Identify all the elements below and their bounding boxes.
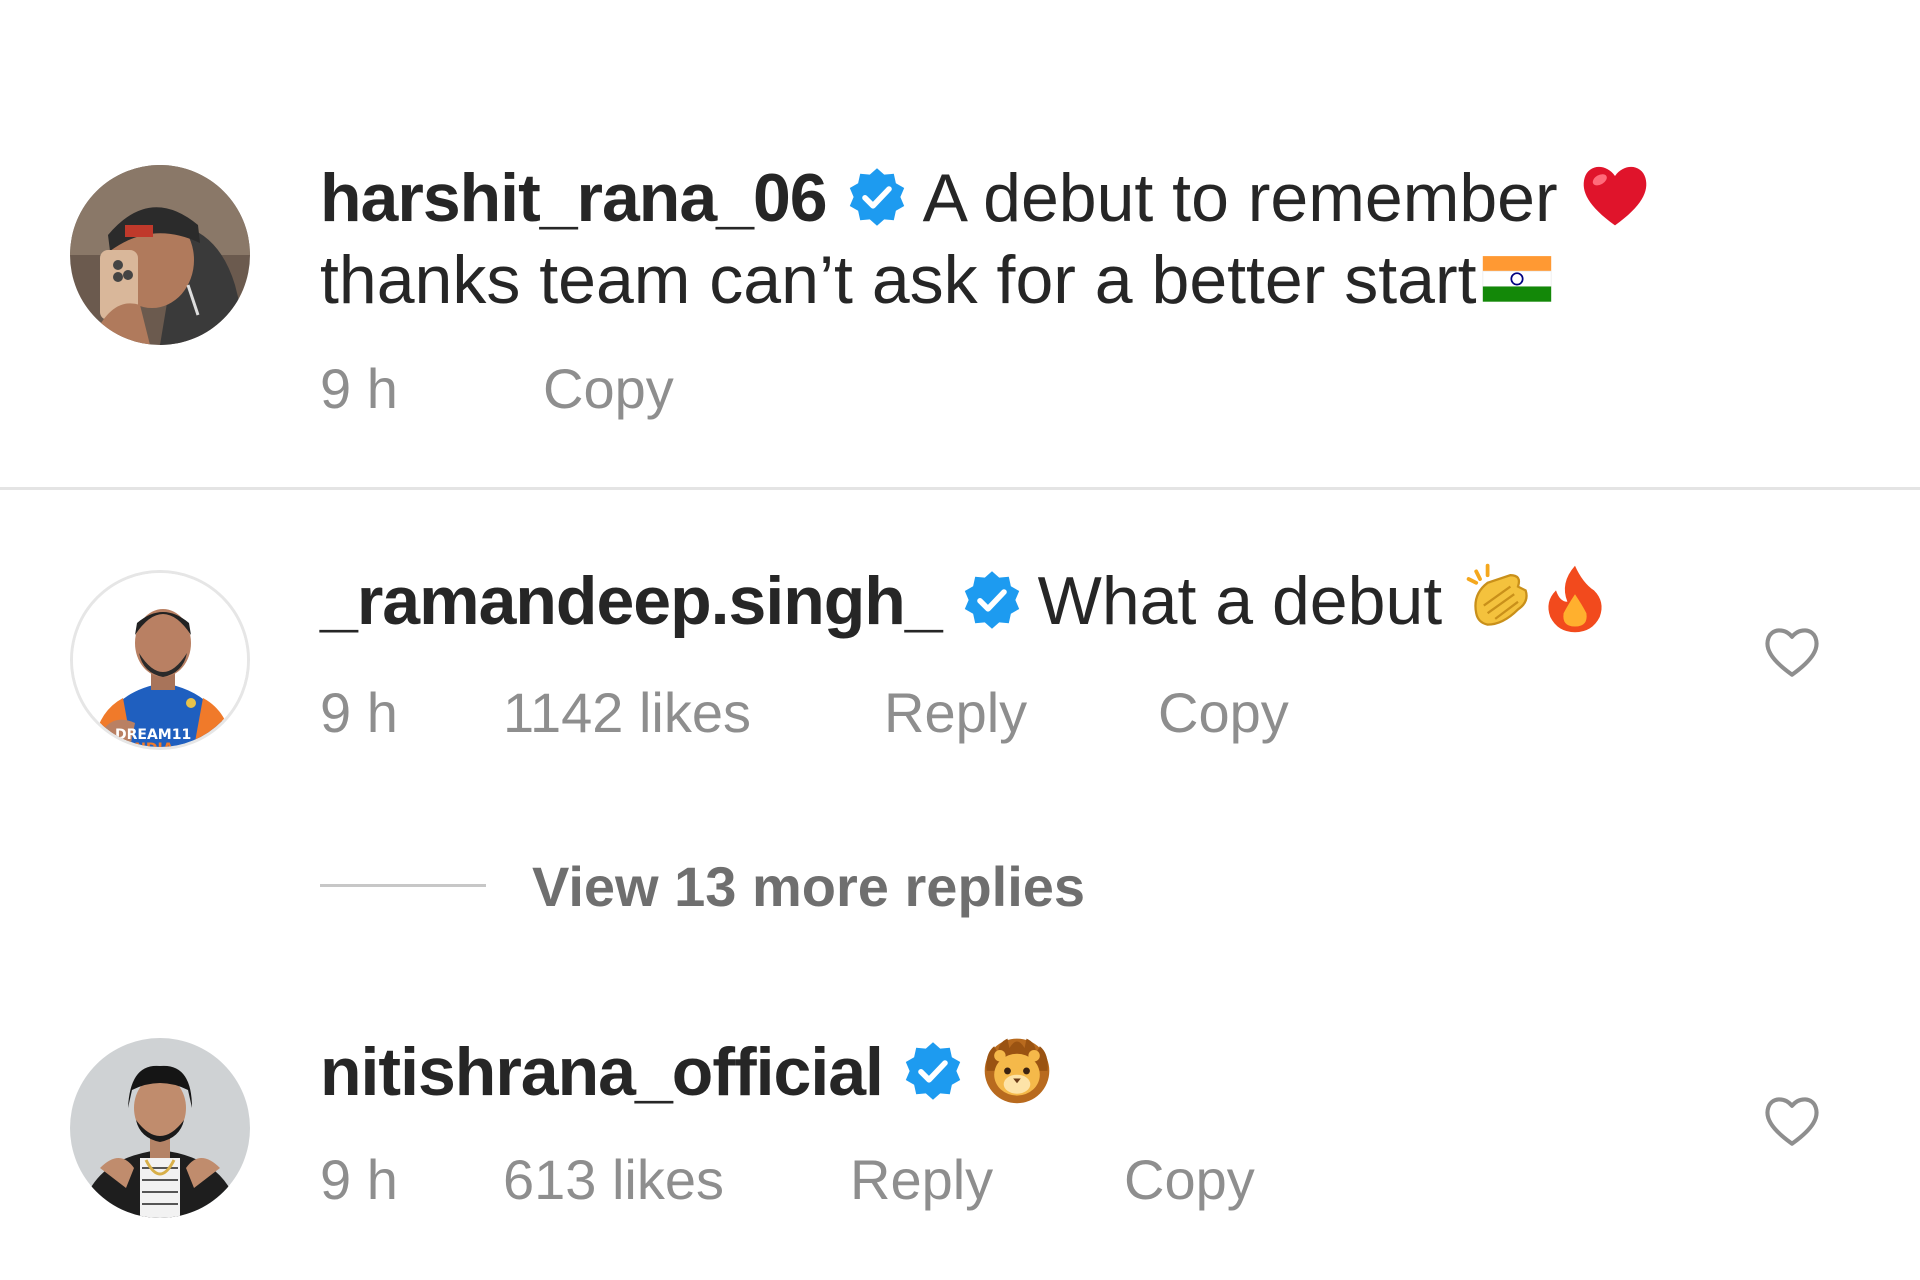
fire-icon bbox=[1537, 560, 1613, 636]
comment-username[interactable]: harshit_rana_06 bbox=[320, 160, 828, 236]
comment-time: 9 h bbox=[320, 357, 398, 420]
likes-count[interactable]: 1142 likes bbox=[503, 680, 751, 746]
comment-username[interactable]: _ramandeep.singh_ bbox=[320, 563, 943, 639]
like-heart-icon[interactable] bbox=[1760, 621, 1824, 681]
divider bbox=[0, 487, 1920, 490]
comment-time: 9 h bbox=[320, 1148, 398, 1211]
copy-button[interactable]: Copy bbox=[1124, 1147, 1255, 1213]
like-heart-icon[interactable] bbox=[1760, 1090, 1824, 1150]
jersey-text: INDIA bbox=[129, 741, 174, 750]
reply-button[interactable]: Reply bbox=[850, 1147, 993, 1213]
avatar[interactable] bbox=[70, 1038, 250, 1218]
red-heart-icon bbox=[1577, 157, 1653, 233]
likes-count[interactable]: 613 likes bbox=[503, 1147, 724, 1213]
comment-text-line2: thanks team can’t ask for a better start bbox=[320, 242, 1477, 318]
copy-button[interactable]: Copy bbox=[543, 356, 674, 422]
copy-button[interactable]: Copy bbox=[1158, 680, 1289, 746]
india-flag-icon bbox=[1477, 239, 1557, 315]
reply-button[interactable]: Reply bbox=[884, 680, 1027, 746]
comment-time: 9 h bbox=[320, 681, 398, 744]
avatar[interactable] bbox=[70, 165, 250, 345]
verified-badge-icon bbox=[901, 1039, 965, 1103]
view-replies-label[interactable]: View 13 more replies bbox=[532, 852, 1085, 922]
comment-text: A debut to remember bbox=[922, 160, 1558, 236]
avatar[interactable]: DREAM11 INDIA bbox=[70, 570, 250, 750]
comment-username[interactable]: nitishrana_official bbox=[320, 1034, 884, 1110]
replies-rule bbox=[320, 884, 486, 887]
verified-badge-icon bbox=[960, 568, 1024, 632]
comment-text: What a debut bbox=[1037, 563, 1443, 639]
comments-page: harshit_rana_06 A debut to remember thank… bbox=[0, 0, 1920, 1280]
lion-face-icon bbox=[979, 1031, 1055, 1107]
verified-badge-icon bbox=[845, 165, 909, 229]
clapping-hands-icon bbox=[1461, 560, 1537, 636]
